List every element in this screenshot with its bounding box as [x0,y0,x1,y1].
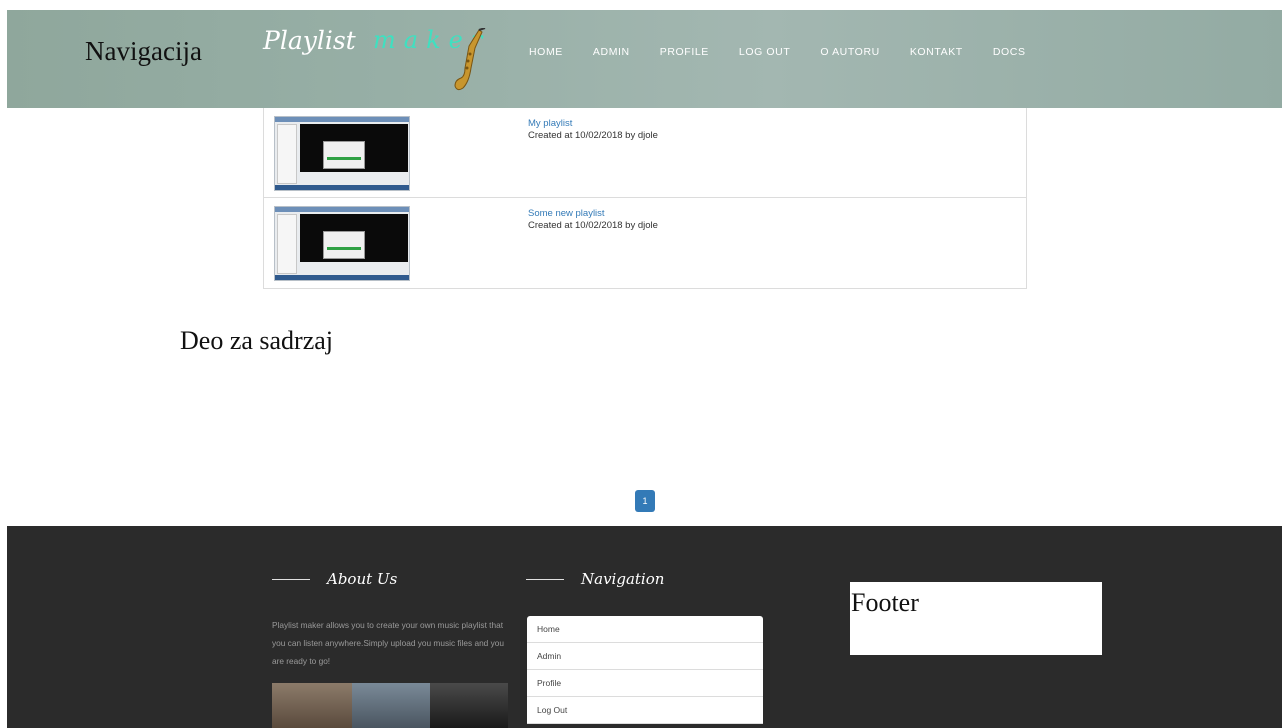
pagination-page-1[interactable]: 1 [635,490,655,512]
nav-o-autoru[interactable]: O AUTORU [820,46,879,58]
site-logo[interactable]: Playlist maker [263,26,498,96]
site-footer: About Us Playlist maker allows you to cr… [7,526,1282,728]
musician-photo [272,683,352,728]
footer-nav-admin[interactable]: Admin [527,643,763,670]
playlist-thumbnail[interactable] [274,116,410,191]
table-row: Some new playlist Created at 10/02/2018 … [264,198,1026,288]
logo-text-playlist: Playlist [263,26,356,55]
playlist-meta: Created at 10/02/2018 by djole [528,220,658,231]
nav-admin[interactable]: ADMIN [593,46,630,58]
footer-nav-profile[interactable]: Profile [527,670,763,697]
table-row: My playlist Created at 10/02/2018 by djo… [264,108,1026,198]
content-annotation: Deo za sadrzaj [180,326,334,355]
heading-divider [526,578,564,580]
about-heading: About Us [272,570,397,588]
footer-annotation: Footer [850,582,1102,655]
about-text: Playlist maker allows you to create your… [272,620,504,666]
heading-divider [272,578,310,580]
navigation-annotation: Navigacija [85,36,202,66]
playlist-meta: Created at 10/02/2018 by djole [528,130,658,141]
footer-nav-home[interactable]: Home [527,616,763,643]
playlist-title-link[interactable]: My playlist [528,118,658,130]
footer-nav-log-out[interactable]: Log Out [527,697,763,724]
nav-log-out[interactable]: LOG OUT [739,46,790,58]
musician-photo [430,683,508,728]
footer-nav-list: Home Admin Profile Log Out [527,616,763,724]
about-photos [272,683,508,728]
saxophone-icon [454,28,486,91]
playlist-thumbnail[interactable] [274,206,410,281]
nav-kontakt[interactable]: KONTAKT [910,46,963,58]
playlist-title-link[interactable]: Some new playlist [528,208,658,220]
playlist-table: My playlist Created at 10/02/2018 by djo… [263,108,1027,289]
nav-profile[interactable]: PROFILE [660,46,709,58]
navigation-heading: Navigation [526,570,664,588]
nav-docs[interactable]: DOCS [993,46,1026,58]
main-nav: HOME ADMIN PROFILE LOG OUT O AUTORU KONT… [529,46,1056,58]
about-heading-text: About Us [327,570,398,588]
navigation-heading-text: Navigation [581,570,665,588]
musician-photo [352,683,430,728]
nav-home[interactable]: HOME [529,46,563,58]
